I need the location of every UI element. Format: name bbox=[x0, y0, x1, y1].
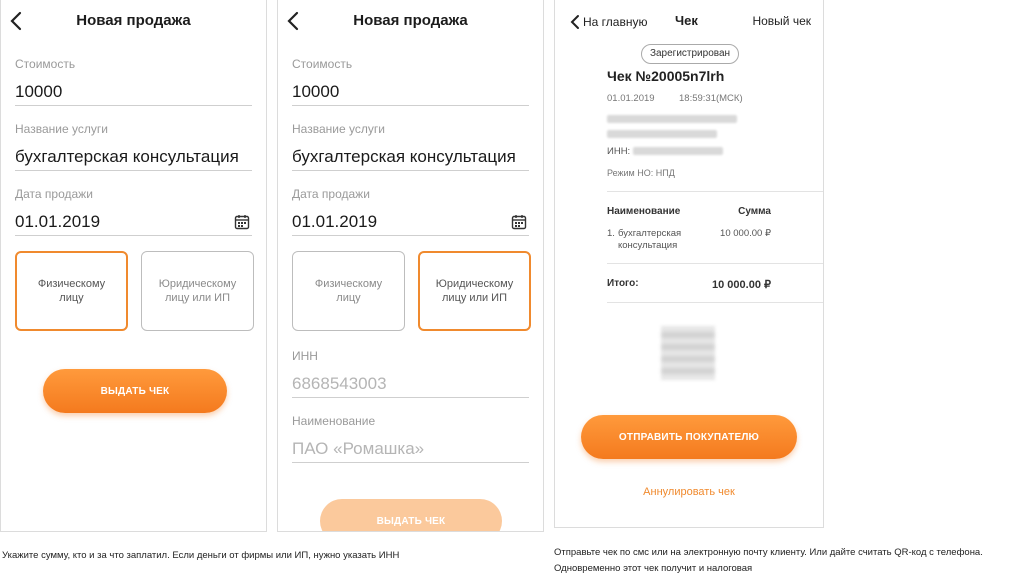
service-label: Название услуги bbox=[15, 122, 108, 136]
item-index: 1. bbox=[607, 228, 615, 239]
caption-right-line1: Отправьте чек по смс или на электронную … bbox=[554, 547, 983, 558]
date-label: Дата продажи bbox=[292, 187, 370, 201]
total-label: Итого: bbox=[607, 278, 639, 289]
issue-check-button[interactable]: ВЫДАТЬ ЧЕК bbox=[320, 499, 502, 531]
receipt-screen: На главную Чек Новый чек Зарегистрирован… bbox=[554, 0, 824, 528]
item-name: бухгалтерская консультация bbox=[618, 228, 682, 251]
page-title: Чек bbox=[675, 13, 698, 28]
blurred-seller-name-2 bbox=[607, 130, 717, 138]
col-sum-header: Сумма bbox=[738, 206, 771, 217]
divider bbox=[607, 191, 823, 192]
service-input[interactable]: бухгалтерская консультация bbox=[15, 145, 252, 171]
back-to-home-link[interactable]: На главную bbox=[569, 14, 647, 30]
date-input[interactable]: 01.01.2019 bbox=[292, 210, 529, 236]
screenshot-root: Новая продажа Стоимость 10000 Название у… bbox=[0, 0, 1024, 576]
receipt-title: Чек №20005n7lrh bbox=[607, 68, 725, 84]
back-label: На главную bbox=[583, 15, 648, 29]
cancel-check-link[interactable]: Аннулировать чек bbox=[555, 486, 823, 498]
date-input[interactable]: 01.01.2019 bbox=[15, 210, 252, 236]
caption-left: Укажите сумму, кто и за что заплатил. Ес… bbox=[2, 550, 400, 561]
tax-mode: Режим НО: НПД bbox=[607, 168, 675, 178]
date-value: 01.01.2019 bbox=[15, 212, 101, 231]
calendar-icon[interactable] bbox=[511, 214, 527, 230]
cost-input[interactable]: 10000 bbox=[292, 80, 529, 106]
date-value: 01.01.2019 bbox=[292, 212, 378, 231]
col-name-header: Наименование bbox=[607, 206, 681, 217]
header: Новая продажа bbox=[1, 0, 266, 42]
cost-input[interactable]: 10000 bbox=[15, 80, 252, 106]
cost-label: Стоимость bbox=[15, 57, 76, 71]
status-badge: Зарегистрирован bbox=[641, 44, 739, 64]
receipt-date: 01.01.2019 bbox=[607, 93, 655, 104]
send-to-buyer-button[interactable]: ОТПРАВИТЬ ПОКУПАТЕЛЮ bbox=[581, 415, 797, 459]
qr-code bbox=[661, 326, 715, 380]
blurred-seller-name bbox=[607, 115, 737, 123]
company-name-label: Наименование bbox=[292, 414, 376, 428]
receipt-time: 18:59:31(МСК) bbox=[679, 93, 743, 104]
company-card[interactable]: Юридическому лицу или ИП bbox=[418, 251, 531, 331]
item-sum: 10 000.00 ₽ bbox=[720, 228, 771, 239]
page-title: Новая продажа bbox=[76, 12, 191, 29]
blurred-inn bbox=[633, 147, 723, 155]
total-value: 10 000.00 ₽ bbox=[712, 279, 771, 291]
header: Новая продажа bbox=[278, 0, 543, 42]
new-sale-screen-individual: Новая продажа Стоимость 10000 Название у… bbox=[0, 0, 267, 532]
issue-check-button[interactable]: ВЫДАТЬ ЧЕК bbox=[43, 369, 227, 413]
company-card[interactable]: Юридическому лицу или ИП bbox=[141, 251, 254, 331]
divider bbox=[607, 302, 823, 303]
company-name-input[interactable]: ПАО «Ромашка» bbox=[292, 437, 529, 463]
individual-card[interactable]: Физическому лицу bbox=[292, 251, 405, 331]
inn-prefix: ИНН: bbox=[607, 146, 631, 157]
back-chevron-icon bbox=[570, 15, 579, 29]
service-label: Название услуги bbox=[292, 122, 385, 136]
page-title: Новая продажа bbox=[353, 12, 468, 29]
inn-input[interactable]: 6868543003 bbox=[292, 372, 529, 398]
date-label: Дата продажи bbox=[15, 187, 93, 201]
cost-label: Стоимость bbox=[292, 57, 353, 71]
caption-right-line2: Одновременно этот чек получит и налогова… bbox=[554, 563, 753, 574]
new-sale-screen-company: Новая продажа Стоимость 10000 Название у… bbox=[277, 0, 544, 532]
calendar-icon[interactable] bbox=[234, 214, 250, 230]
service-input[interactable]: бухгалтерская консультация bbox=[292, 145, 529, 171]
inn-label: ИНН bbox=[292, 349, 318, 363]
individual-card[interactable]: Физическому лицу bbox=[15, 251, 128, 331]
new-check-link[interactable]: Новый чек bbox=[752, 14, 811, 28]
divider bbox=[607, 263, 823, 264]
